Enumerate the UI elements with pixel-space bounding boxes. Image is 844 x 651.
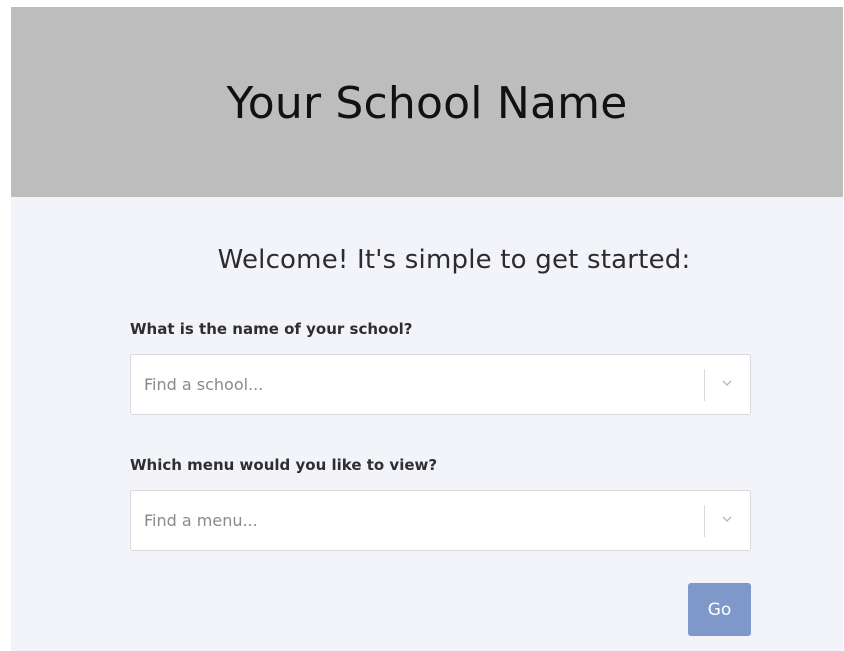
school-name-title: Your School Name — [226, 77, 628, 129]
chevron-down-icon[interactable] — [722, 514, 732, 524]
school-select[interactable]: Find a school... — [130, 354, 751, 415]
select-divider — [704, 369, 705, 401]
page: Your School Name Welcome! It's simple to… — [0, 0, 844, 651]
menu-select[interactable]: Find a menu... — [130, 490, 751, 551]
main-content: Welcome! It's simple to get started: Wha… — [11, 197, 843, 651]
go-button[interactable]: Go — [688, 583, 751, 636]
welcome-heading: Welcome! It's simple to get started: — [217, 245, 691, 275]
select-divider — [704, 505, 705, 537]
school-field-label: What is the name of your school? — [130, 320, 413, 338]
school-select-placeholder: Find a school... — [144, 375, 264, 394]
menu-field-label: Which menu would you like to view? — [130, 456, 438, 474]
menu-select-placeholder: Find a menu... — [144, 511, 258, 530]
chevron-down-icon[interactable] — [722, 378, 732, 388]
site-header: Your School Name — [11, 7, 843, 197]
